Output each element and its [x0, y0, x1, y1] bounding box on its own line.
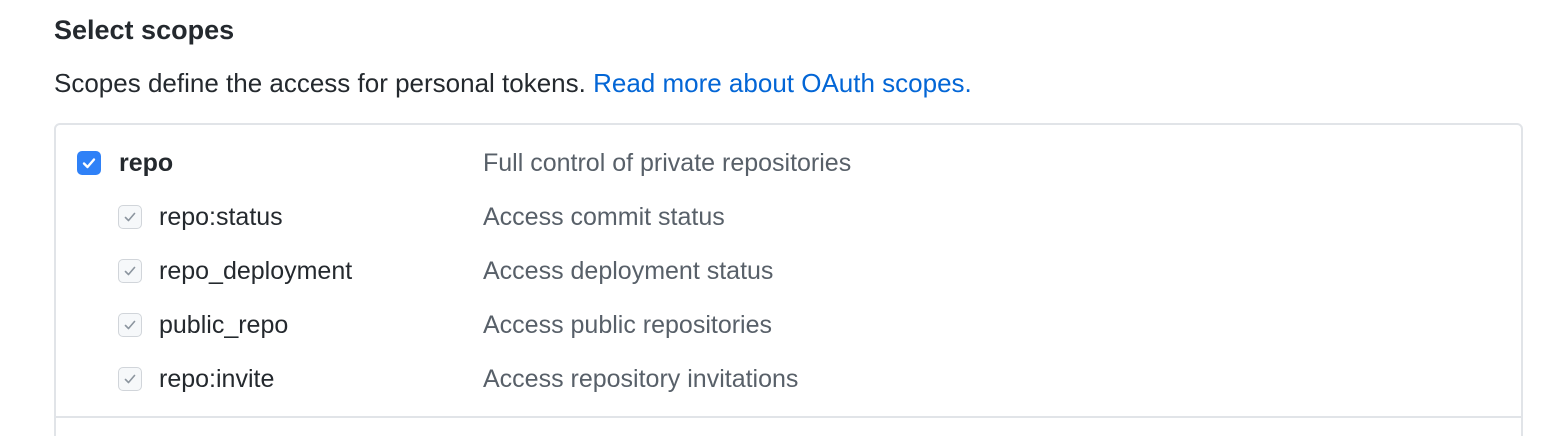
- scope-group-divider: [56, 416, 1521, 418]
- scope-description-repo: Full control of private repositories: [483, 149, 852, 177]
- public-repo-checkbox[interactable]: [118, 313, 142, 337]
- scope-name-repo-deployment: repo_deployment: [159, 257, 353, 285]
- check-icon: [82, 158, 96, 169]
- check-icon: [124, 212, 136, 222]
- repo-status-checkbox[interactable]: [118, 205, 142, 229]
- scope-row-repo-status: repo:status Access commit status: [56, 197, 1521, 237]
- oauth-scopes-link[interactable]: Read more about OAuth scopes.: [593, 68, 972, 98]
- check-icon: [124, 320, 136, 330]
- scope-name-repo-invite: repo:invite: [159, 365, 275, 393]
- scope-name-repo: repo: [119, 149, 174, 177]
- check-icon: [124, 266, 136, 276]
- scope-name-repo-status: repo:status: [159, 203, 283, 231]
- select-scopes-section: Select scopes Scopes define the access f…: [0, 0, 1542, 436]
- scope-name-public-repo: public_repo: [159, 311, 289, 339]
- scopes-list: repo Full control of private repositorie…: [54, 123, 1523, 436]
- repo-checkbox[interactable]: [77, 151, 101, 175]
- scope-description-public-repo: Access public repositories: [483, 311, 773, 339]
- section-title: Select scopes: [54, 15, 235, 45]
- section-description: Scopes define the access for personal to…: [54, 66, 972, 100]
- scope-row-repo: repo Full control of private repositorie…: [56, 143, 1521, 183]
- scope-row-repo-deployment: repo_deployment Access deployment status: [56, 251, 1521, 291]
- check-icon: [124, 374, 136, 384]
- description-text: Scopes define the access for personal to…: [54, 68, 594, 98]
- scope-row-repo-invite: repo:invite Access repository invitation…: [56, 359, 1521, 399]
- repo-deployment-checkbox[interactable]: [118, 259, 142, 283]
- scope-row-public-repo: public_repo Access public repositories: [56, 305, 1521, 345]
- repo-invite-checkbox[interactable]: [118, 367, 142, 391]
- scope-description-repo-invite: Access repository invitations: [483, 365, 799, 393]
- scope-description-repo-deployment: Access deployment status: [483, 257, 774, 285]
- scope-description-repo-status: Access commit status: [483, 203, 725, 231]
